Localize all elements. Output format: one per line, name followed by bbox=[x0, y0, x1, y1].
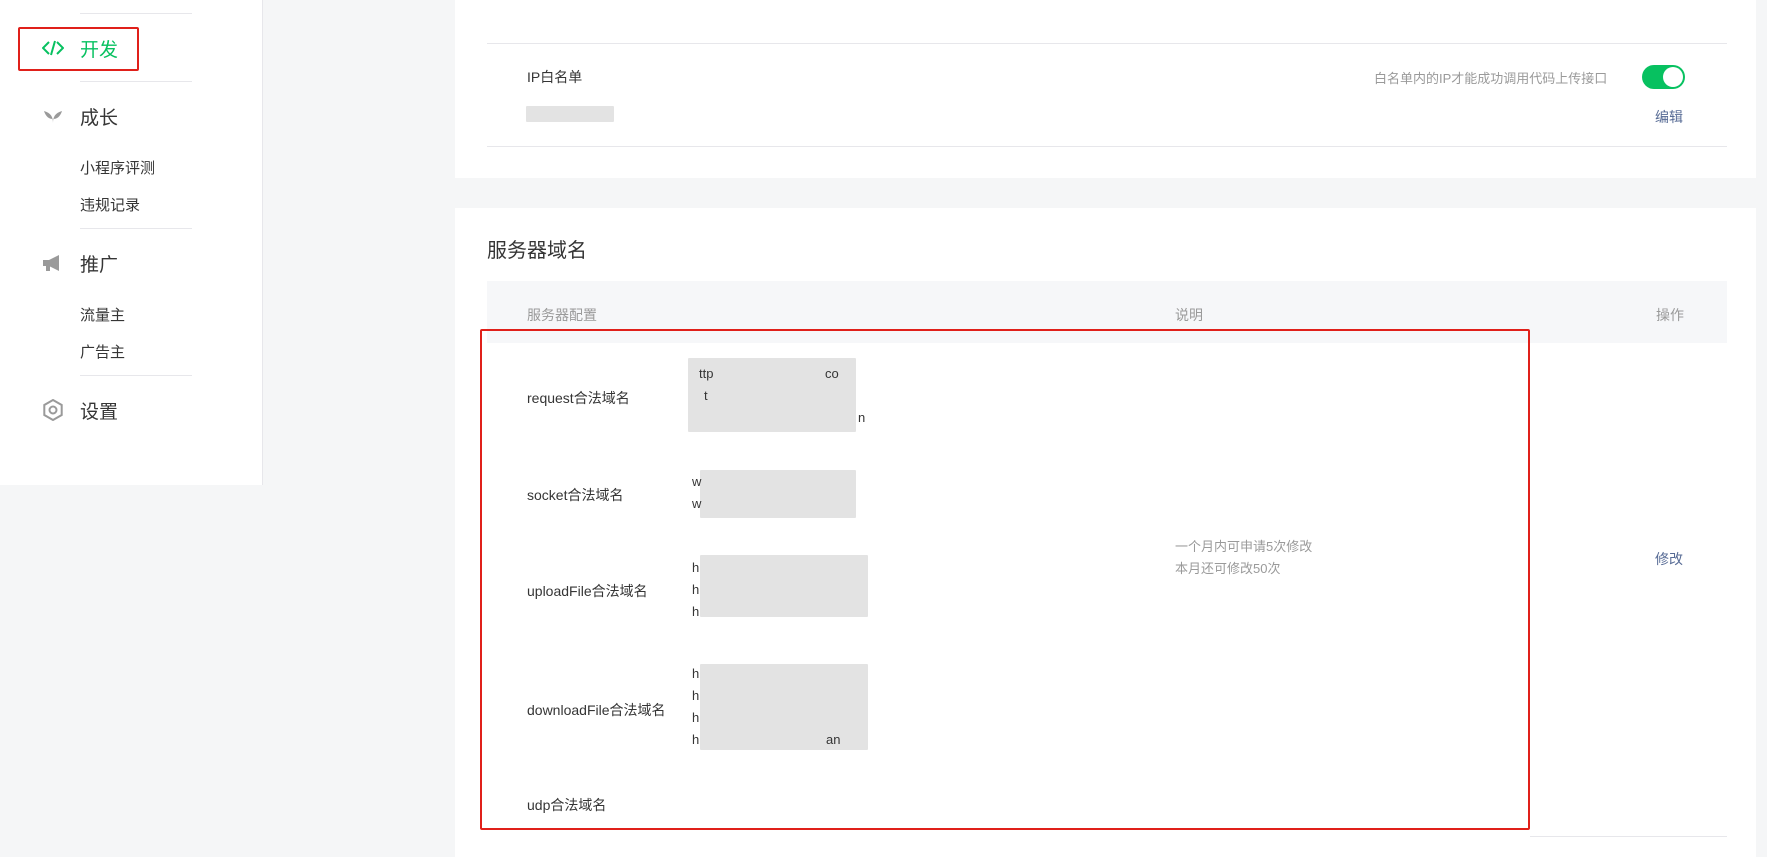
sidebar-item-mini-program-review[interactable]: 小程序评测 bbox=[80, 157, 155, 178]
sidebar-item-advertiser[interactable]: 广告主 bbox=[80, 341, 125, 362]
sprout-icon bbox=[42, 105, 64, 127]
sidebar: 开发 成长 小程序评测 违规记录 推广 流量主 广告主 设置 bbox=[0, 0, 263, 485]
redacted-ip-value bbox=[526, 106, 614, 122]
sidebar-item-growth[interactable]: 成长 bbox=[42, 104, 119, 129]
toggle-knob bbox=[1663, 67, 1683, 87]
ip-whitelist-card bbox=[455, 0, 1756, 178]
sidebar-divider bbox=[80, 81, 192, 82]
highlight-box-domains bbox=[480, 329, 1530, 830]
sidebar-item-promotion[interactable]: 推广 bbox=[42, 251, 119, 276]
highlight-box-develop bbox=[18, 27, 139, 71]
sidebar-section-label: 成长 bbox=[80, 107, 119, 129]
divider bbox=[487, 146, 1727, 147]
sidebar-divider bbox=[80, 228, 192, 229]
divider bbox=[487, 43, 1727, 44]
column-header-desc: 说明 bbox=[1175, 307, 1203, 323]
sidebar-item-settings[interactable]: 设置 bbox=[42, 398, 119, 423]
sidebar-divider bbox=[80, 375, 192, 376]
sidebar-item-violation-record[interactable]: 违规记录 bbox=[80, 194, 140, 215]
column-header-config: 服务器配置 bbox=[527, 307, 597, 323]
sidebar-item-traffic-master[interactable]: 流量主 bbox=[80, 304, 125, 325]
sidebar-divider bbox=[80, 13, 192, 14]
megaphone-icon bbox=[42, 252, 64, 274]
ip-whitelist-toggle[interactable] bbox=[1642, 65, 1685, 89]
ip-whitelist-title: IP白名单 bbox=[527, 69, 583, 85]
ip-whitelist-description: 白名单内的IP才能成功调用代码上传接口 bbox=[1374, 71, 1608, 86]
gear-icon bbox=[42, 399, 64, 421]
sidebar-section-label: 设置 bbox=[80, 401, 119, 423]
ip-whitelist-edit-link[interactable]: 编辑 bbox=[1655, 107, 1683, 127]
column-header-action: 操作 bbox=[1656, 307, 1684, 323]
server-domain-title: 服务器域名 bbox=[487, 240, 587, 262]
divider bbox=[1530, 836, 1727, 837]
sidebar-section-label: 推广 bbox=[80, 254, 119, 276]
modify-domains-link[interactable]: 修改 bbox=[1655, 549, 1683, 569]
